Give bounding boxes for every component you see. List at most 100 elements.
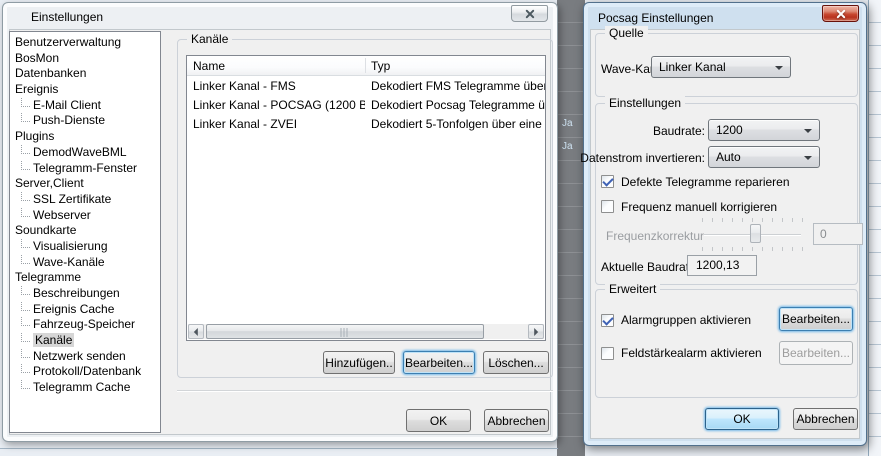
feldstaerke-checkbox[interactable] (601, 347, 614, 360)
tree-item[interactable]: SSL Zertifikate (10, 192, 160, 208)
table-row[interactable]: Linker Kanal - FMSDekodiert FMS Telegram… (187, 77, 545, 96)
tree-connector-icon (21, 364, 30, 373)
tree-item[interactable]: Fahrzeug-Speicher (10, 317, 160, 333)
tree-item-label: Push-Dienste (33, 113, 105, 127)
tree-item-label: Visualisierung (33, 239, 108, 253)
footer-separator (177, 390, 553, 392)
frequenzkorrektur-value-field: 0 (813, 223, 863, 245)
datenstrom-label: Datenstrom invertieren: (580, 151, 705, 165)
aktuelle-baudrate-value: 1200,13 (687, 255, 757, 276)
tree-item[interactable]: Telegramme (10, 270, 160, 286)
bearbeiten-button[interactable]: Bearbeiten... (403, 351, 475, 374)
tree-item-label: Datenbanken (15, 66, 86, 80)
tree-item[interactable]: Telegramm Cache (10, 380, 160, 396)
channels-table[interactable]: Name Typ Linker Kanal - FMSDekodiert FMS… (186, 55, 546, 341)
tree-item[interactable]: Soundkarte (10, 223, 160, 239)
cell-name: Linker Kanal - POCSAG (1200 Baud) (187, 96, 365, 115)
tree-item-label: Wave-Kanäle (33, 255, 105, 269)
tree-item[interactable]: Plugins (10, 129, 160, 145)
hinzufuegen-button[interactable]: Hinzufügen.. (323, 351, 395, 374)
feldstaerke-label[interactable]: Feldstärkealarm aktivieren (621, 346, 762, 360)
alarmgruppen-checkbox[interactable] (601, 314, 614, 327)
tree-item-label: Plugins (15, 129, 54, 143)
pocsag-title: Pocsag Einstellungen (598, 11, 713, 25)
loeschen-button[interactable]: Löschen... (483, 351, 549, 374)
pocsag-cancel-button[interactable]: Abbrechen (793, 408, 858, 430)
tree-item[interactable]: Push-Dienste (10, 113, 160, 129)
kanaele-group-label: Kanäle (187, 32, 232, 46)
alarmgruppen-bearbeiten-button[interactable]: Bearbeiten... (779, 307, 853, 331)
tree-item-label: Ereignis (15, 82, 58, 96)
tree-item[interactable]: BosMon (10, 51, 160, 67)
tree-item-label: SSL Zertifikate (33, 192, 111, 206)
arrow-right-icon (534, 328, 538, 336)
settings-tree[interactable]: Benutzerverwaltung BosMonDatenbanken Ereig… (9, 31, 161, 433)
settings-ok-button[interactable]: OK (406, 409, 471, 432)
defekte-telegramme-label[interactable]: Defekte Telegramme reparieren (621, 175, 790, 189)
frequenz-manuell-checkbox[interactable] (601, 200, 614, 213)
baudrate-dropdown[interactable]: 1200 (708, 119, 820, 141)
tree-item-label: Beschreibungen (33, 286, 120, 300)
tree-item[interactable]: Benutzerverwaltung (10, 35, 160, 51)
tree-item[interactable]: Server,Client (10, 176, 160, 192)
aktuelle-baudrate-label: Aktuelle Baudrate: (601, 260, 699, 274)
background-divider (0, 448, 558, 449)
background-table (868, 0, 881, 456)
table-rows: Linker Kanal - FMSDekodiert FMS Telegram… (187, 77, 545, 134)
tree-item[interactable]: Ereignis Cache (10, 302, 160, 318)
scroll-right-button[interactable] (528, 324, 544, 339)
tree-item[interactable]: Protokoll/Datenbank (10, 364, 160, 380)
kanaele-group: Kanäle Name Typ Linker Kanal - FMSDekodi… (177, 39, 553, 378)
cell-typ: Dekodiert 5-Tonfolgen über eine Soundk (365, 115, 545, 134)
pocsag-ok-button[interactable]: OK (705, 408, 779, 430)
scrollbar-thumb[interactable] (206, 324, 484, 339)
tree-item-label: E-Mail Client (33, 98, 101, 112)
datenstrom-dropdown[interactable]: Auto (708, 146, 820, 168)
slider-ticks-bottom (702, 247, 804, 251)
feldstaerke-bearbeiten-button: Bearbeiten... (779, 341, 853, 365)
tree-item[interactable]: Visualisierung (10, 239, 160, 255)
baudrate-label: Baudrate: (653, 124, 705, 138)
table-row[interactable]: Linker Kanal - ZVEIDekodiert 5-Tonfolgen… (187, 115, 545, 134)
close-icon (835, 8, 847, 20)
tree-item[interactable]: E-Mail Client (10, 98, 160, 114)
tree-item[interactable]: Netzwerk senden (10, 349, 160, 365)
tree-item-label: Benutzerverwaltung (15, 35, 121, 49)
tree-item-label: Netzwerk senden (33, 349, 126, 363)
settings-titlebar[interactable]: Einstellungen (3, 3, 557, 29)
settings-close-button[interactable] (511, 5, 548, 22)
settings-cancel-button[interactable]: Abbrechen (484, 409, 549, 432)
tree-connector-icon (21, 349, 30, 358)
background-cell-value: Ja (562, 118, 573, 129)
table-header[interactable]: Name Typ (187, 56, 545, 76)
tree-item-label: Telegramm Cache (33, 380, 130, 394)
tree-item[interactable]: Ereignis (10, 82, 160, 98)
column-header-name[interactable]: Name (193, 59, 225, 73)
frequenz-manuell-label[interactable]: Frequenz manuell korrigieren (621, 200, 777, 214)
frequenzkorrektur-label: Frequenzkorrektur (606, 229, 704, 243)
tree-item[interactable]: DemodWaveBML (10, 145, 160, 161)
pocsag-close-button[interactable] (822, 5, 859, 22)
tree-item-label: Kanäle (33, 333, 74, 347)
cell-typ: Dekodiert Pocsag Telegramme über eine (365, 96, 545, 115)
scroll-left-button[interactable] (188, 324, 204, 339)
tree-connector-icon (21, 192, 30, 201)
cell-name: Linker Kanal - ZVEI (187, 115, 365, 134)
tree-item[interactable]: Webserver (10, 208, 160, 224)
erweitert-group-label: Erweitert (605, 282, 660, 296)
baudrate-value: 1200 (716, 123, 743, 137)
tree-item[interactable]: Wave-Kanäle (10, 255, 160, 271)
table-row[interactable]: Linker Kanal - POCSAG (1200 Baud)Dekodie… (187, 96, 545, 115)
tree-item[interactable]: Telegramm-Fenster (10, 161, 160, 177)
tree-item[interactable]: Beschreibungen (10, 286, 160, 302)
defekte-telegramme-checkbox[interactable] (601, 175, 614, 188)
tree-item[interactable]: Kanäle (10, 333, 160, 349)
background-column: Ja Ja (557, 0, 585, 456)
alarmgruppen-label[interactable]: Alarmgruppen aktivieren (621, 313, 751, 327)
tree-item[interactable]: Datenbanken (10, 66, 160, 82)
wave-kanal-dropdown[interactable]: Linker Kanal (651, 56, 791, 78)
column-header-typ[interactable]: Typ (371, 59, 390, 73)
horizontal-scrollbar[interactable] (188, 324, 544, 339)
tree-item-label: Ereignis Cache (33, 302, 114, 316)
tree-item-label: Soundkarte (15, 223, 76, 237)
